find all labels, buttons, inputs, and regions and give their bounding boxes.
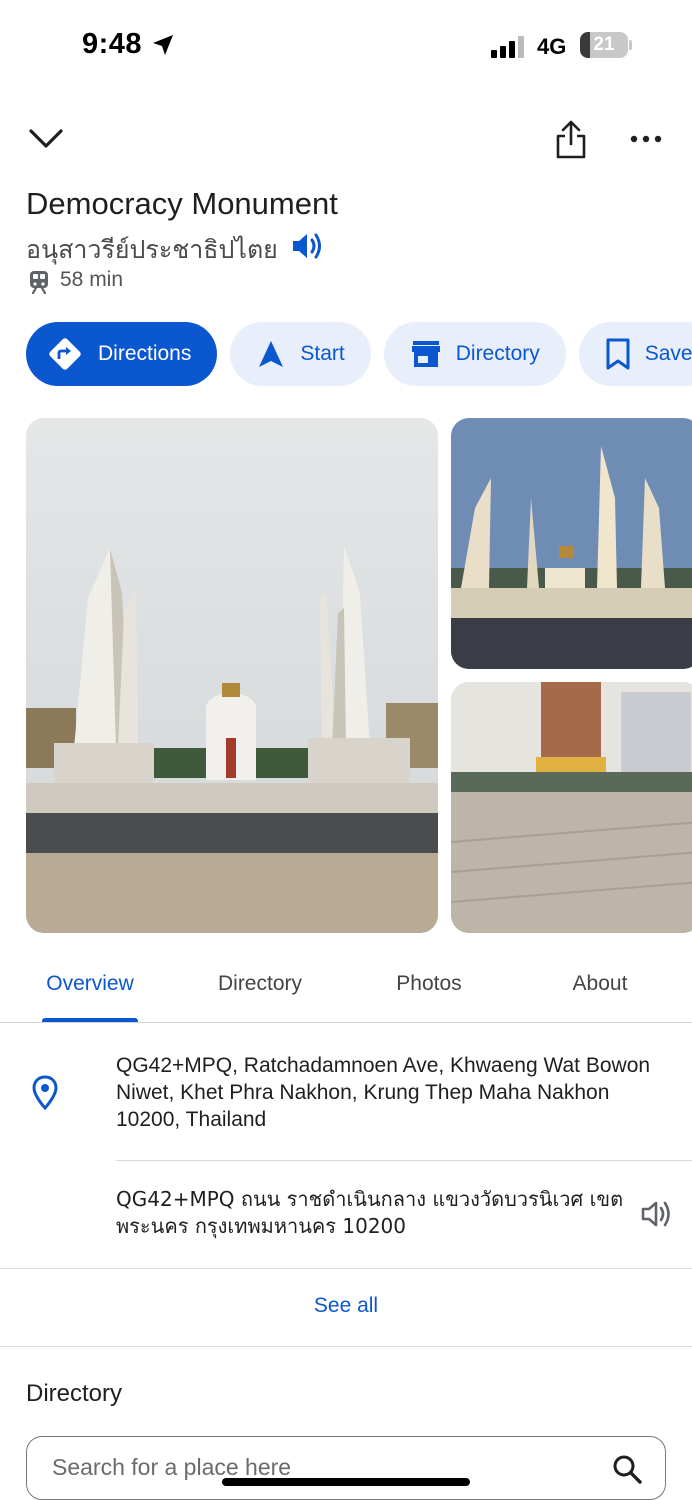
tabs-divider xyxy=(0,1022,692,1023)
directory-label: Directory xyxy=(455,342,540,365)
photo-secondary-2[interactable] xyxy=(451,682,692,933)
address-speaker-icon[interactable] xyxy=(640,1198,674,1230)
tab-about[interactable]: About xyxy=(556,972,644,996)
network-type: 4G xyxy=(537,34,567,59)
search-icon[interactable] xyxy=(612,1454,642,1484)
cellular-signal-icon xyxy=(491,36,524,58)
section-divider xyxy=(0,1268,692,1269)
building-portrait-photo-image xyxy=(451,682,692,933)
start-button[interactable]: Start xyxy=(230,322,371,386)
address-thai[interactable]: QG42+MPQ ถนน ราชดำเนินกลาง แขวงวัดบวรนิเ… xyxy=(116,1186,636,1240)
address-divider xyxy=(116,1160,692,1161)
share-icon[interactable] xyxy=(554,120,588,160)
location-pin-icon xyxy=(32,1075,58,1111)
save-label: Save xyxy=(644,342,692,365)
monument-photo-image xyxy=(26,418,438,933)
storefront-icon xyxy=(411,341,440,367)
place-title: Democracy Monument xyxy=(26,186,338,221)
battery-icon: 21 xyxy=(580,32,628,58)
action-chips: Directions Start Directory Save xyxy=(26,322,692,386)
monument-evening-photo-image xyxy=(451,418,692,669)
photo-secondary-1[interactable] xyxy=(451,418,692,669)
status-time: 9:48 xyxy=(82,28,143,60)
collapse-chevron-icon[interactable] xyxy=(28,126,64,152)
directory-button[interactable]: Directory xyxy=(383,322,566,386)
navigation-arrow-icon xyxy=(259,341,284,367)
battery-level: 21 xyxy=(593,34,615,55)
directory-heading: Directory xyxy=(26,1380,123,1407)
tab-directory[interactable]: Directory xyxy=(204,972,316,996)
section-divider xyxy=(0,1346,692,1347)
battery-nub xyxy=(629,40,632,50)
home-indicator[interactable] xyxy=(222,1478,470,1486)
directions-icon xyxy=(49,338,81,370)
directions-button[interactable]: Directions xyxy=(26,322,218,386)
see-all-link[interactable]: See all xyxy=(0,1294,692,1318)
directions-label: Directions xyxy=(98,342,192,365)
tab-photos[interactable]: Photos xyxy=(384,972,474,996)
transit-duration: 58 min xyxy=(60,268,124,291)
location-services-icon xyxy=(153,35,173,55)
photo-main[interactable] xyxy=(26,418,438,933)
bookmark-icon xyxy=(606,338,630,370)
train-icon xyxy=(30,271,48,294)
start-label: Start xyxy=(300,342,345,365)
search-placeholder: Search for a place here xyxy=(52,1454,292,1480)
place-local-name: อนุสาวรีย์ประชาธิปไตย xyxy=(26,235,278,264)
address-english[interactable]: QG42+MPQ, Ratchadamnoen Ave, Khwaeng Wat… xyxy=(116,1052,676,1133)
tab-overview[interactable]: Overview xyxy=(38,972,142,996)
save-button[interactable]: Save xyxy=(578,322,692,386)
pronounce-speaker-icon[interactable] xyxy=(290,230,326,262)
more-options-icon[interactable] xyxy=(630,134,662,144)
